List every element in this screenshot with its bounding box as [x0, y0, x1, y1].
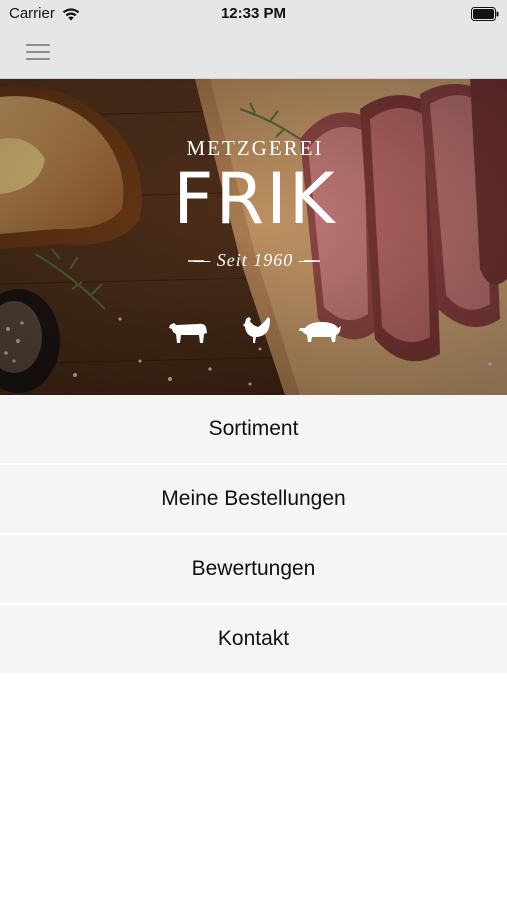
status-bar: Carrier 12:33 PM [0, 0, 507, 28]
menu-item-bewertungen[interactable]: Bewertungen [0, 535, 507, 603]
pig-icon [299, 322, 341, 342]
top-bar: Carrier 12:33 PM [0, 0, 507, 79]
hero-banner: METZGEREI FRIK — Seit 1960 — [0, 79, 507, 395]
hamburger-menu-icon[interactable] [20, 38, 56, 66]
menu-item-kontakt[interactable]: Kontakt [0, 605, 507, 673]
menu-item-sortiment[interactable]: Sortiment [0, 395, 507, 463]
cow-icon [169, 323, 207, 343]
logo-line-frik: FRIK [173, 158, 337, 240]
logo-since: — Seit 1960 — [194, 250, 316, 270]
menu-item-meine-bestellungen[interactable]: Meine Bestellungen [0, 465, 507, 533]
status-time: 12:33 PM [220, 5, 287, 22]
main-menu: Sortiment Meine Bestellungen Bewertungen… [0, 395, 507, 675]
navigation-bar [0, 28, 507, 79]
battery-icon [471, 7, 499, 21]
chicken-icon [243, 317, 270, 343]
